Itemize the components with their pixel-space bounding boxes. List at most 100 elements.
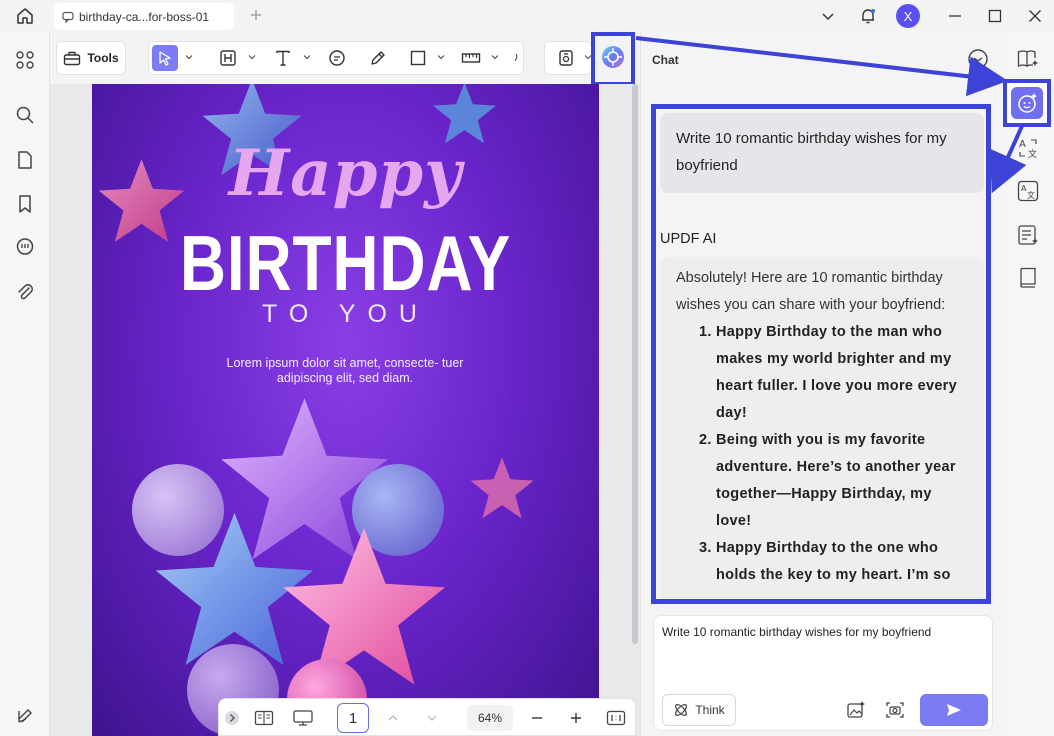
atom-icon [675,704,688,716]
shape-tool[interactable] [405,45,431,71]
document-tab[interactable]: birthday-ca...for-boss-01 [54,3,234,30]
card-body-text: Lorem ipsum dolor sit amet, consecte- tu… [226,356,464,385]
left-sidebar [0,32,50,736]
summary-icon [1018,225,1038,245]
list-item: Being with you is my favorite adventure.… [716,427,968,535]
plus-icon [571,713,581,723]
minimize-button[interactable] [942,4,968,28]
chat-history-button[interactable] [967,48,989,70]
reading-mode-button[interactable] [253,707,275,729]
card-to-you-text: TO YOU [262,300,429,328]
layers-button[interactable] [13,704,37,728]
stamp-tool[interactable] [553,45,579,71]
ai-assistant-icon [602,46,624,68]
chevron-down-icon [437,55,445,60]
ai-response: Absolutely! Here are 10 romantic birthda… [660,257,984,599]
actual-size-button[interactable] [605,707,627,729]
stamp-icon [559,50,573,66]
highlight-icon [220,50,236,66]
chat-title: Chat [652,53,679,67]
home-button[interactable] [8,4,42,28]
translate-page-icon: A文 [1017,180,1039,202]
text-icon [276,50,290,66]
zoom-level[interactable]: 64% [467,705,513,731]
cursor-icon [159,51,171,66]
home-icon [17,8,33,24]
select-tool[interactable] [152,45,178,71]
select-tool-caret[interactable] [184,52,194,62]
chevron-down-icon [303,55,311,60]
pencil-tool[interactable] [365,45,391,71]
chat-messages[interactable]: Write 10 romantic birthday wishes for my… [651,104,991,604]
screenshot-button[interactable] [883,698,907,722]
document-viewer[interactable]: Happy BIRTHDAY TO YOU Lorem ipsum dolor … [50,84,640,736]
zoom-out-button[interactable] [527,707,547,729]
highlight-tool[interactable] [215,45,241,71]
comment-icon [16,238,34,255]
chevron-up-icon [388,715,398,721]
presentation-icon [293,710,313,726]
svg-text:文: 文 [1028,148,1037,159]
pdf-page: Happy BIRTHDAY TO YOU Lorem ipsum dolor … [92,84,599,736]
chevron-down-icon [491,55,499,60]
document-scrollbar[interactable] [632,84,638,644]
comments-button[interactable] [13,235,37,259]
chat-panel: Chat Write 10 romantic birthday wishes f… [640,32,1002,736]
send-button[interactable] [920,694,988,726]
updf-ai-button[interactable] [598,40,628,74]
maximize-button[interactable] [982,4,1008,28]
translate-page-button[interactable]: A文 [1016,179,1040,203]
measure-tool-caret[interactable] [490,52,500,62]
new-tab-button[interactable] [246,4,266,26]
avatar[interactable]: X [896,4,920,28]
summarize-button[interactable] [1016,223,1040,247]
bookmarks-button[interactable] [13,192,37,216]
presentation-button[interactable] [291,707,315,729]
chat-mode-button-inner [1011,87,1043,119]
page-icon [18,151,32,169]
notifications-button[interactable] [855,4,881,28]
comment-icon [62,11,74,23]
book-icon [1020,267,1036,288]
collapse-nav-button[interactable] [223,707,241,729]
card-birthday-text: BIRTHDAY [179,219,512,307]
pages-button[interactable] [13,148,37,172]
comment-tool[interactable] [324,45,350,71]
measure-tool[interactable] [458,45,484,71]
more-tools[interactable] [511,45,521,71]
pencil-icon [371,51,385,65]
plus-icon [251,10,261,20]
text-tool-caret[interactable] [302,52,312,62]
card-happy-text: Happy [228,136,463,211]
book-sparkle-icon [1017,50,1038,68]
previous-page-button[interactable] [383,707,403,729]
close-button[interactable] [1022,4,1048,28]
ai-chat-icon [1018,93,1037,113]
list-item: Happy Birthday to the man who makes my w… [716,319,968,427]
bookmark-icon [19,195,31,213]
attachments-button[interactable] [13,280,37,304]
search-icon [16,106,34,124]
think-button[interactable]: Think [662,694,736,726]
shape-tool-caret[interactable] [436,52,446,62]
think-label: Think [695,703,725,717]
dropdown-button[interactable] [815,4,841,28]
next-page-button[interactable] [422,707,442,729]
translate-button[interactable]: A文 [1016,136,1040,160]
thumbnails-button[interactable] [13,48,37,72]
text-tool[interactable] [270,45,296,71]
tools-button[interactable]: Tools [56,41,126,75]
chat-input[interactable] [662,625,982,665]
chat-mode-button[interactable] [1003,79,1051,127]
insert-image-button[interactable] [844,698,868,722]
zoom-in-button[interactable] [566,707,586,729]
page-number-input[interactable]: 1 [337,703,369,733]
highlight-tool-caret[interactable] [247,52,257,62]
ruler-icon [461,53,481,63]
search-button[interactable] [13,103,37,127]
ai-reader-button[interactable] [1016,46,1040,70]
comment-icon [329,50,345,66]
knowledge-base-button[interactable] [1016,266,1040,290]
actual-size-icon [606,710,626,726]
history-icon [968,49,988,69]
